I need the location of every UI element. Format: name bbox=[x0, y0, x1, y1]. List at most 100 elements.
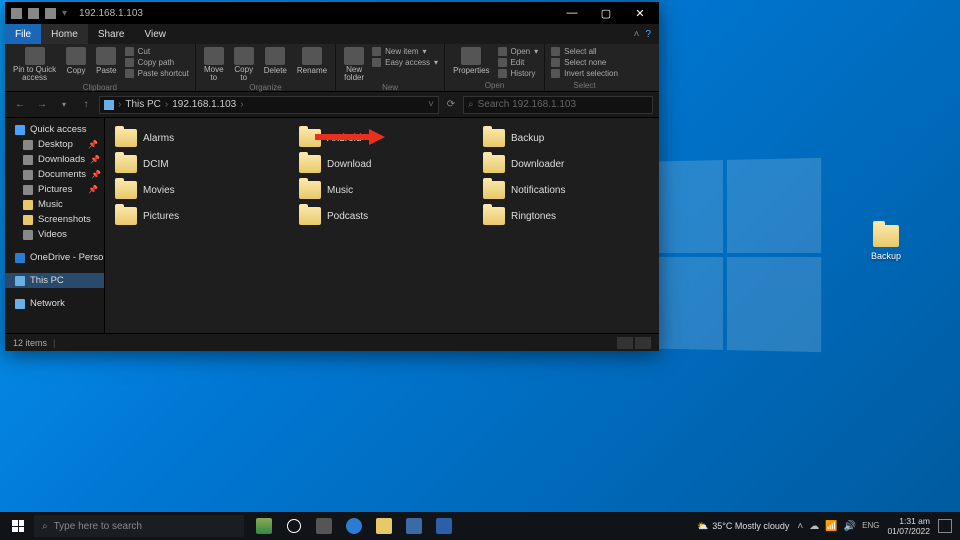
folder-item[interactable]: Downloader bbox=[479, 152, 653, 176]
nav-desktop[interactable]: Desktop📌 bbox=[5, 137, 104, 152]
pc-icon bbox=[104, 100, 114, 110]
open-button[interactable]: Open ▾ bbox=[498, 46, 539, 57]
recent-locations-button[interactable]: ▾ bbox=[55, 100, 73, 109]
tray-onedrive-icon[interactable]: ☁ bbox=[809, 521, 819, 532]
folder-item[interactable]: Podcasts bbox=[295, 204, 469, 228]
taskbar-search[interactable]: ⌕ Type here to search bbox=[34, 515, 244, 537]
folder-icon bbox=[483, 181, 505, 199]
copy-button[interactable]: Copy bbox=[64, 46, 88, 76]
desktop-icon-label: Backup bbox=[862, 251, 910, 261]
select-all-button[interactable]: Select all bbox=[551, 46, 618, 57]
properties-button[interactable]: Properties bbox=[451, 46, 491, 76]
help-icon[interactable]: ? bbox=[645, 29, 651, 40]
view-icons-button[interactable] bbox=[635, 337, 651, 349]
folder-icon bbox=[299, 181, 321, 199]
nav-music[interactable]: Music bbox=[5, 197, 104, 212]
cortana-button[interactable] bbox=[280, 514, 308, 538]
explorer-app-icon bbox=[11, 8, 22, 19]
nav-onedrive[interactable]: OneDrive - Personal bbox=[5, 250, 104, 265]
pin-quick-access-button[interactable]: Pin to Quick access bbox=[11, 46, 58, 83]
nav-screenshots[interactable]: Screenshots bbox=[5, 212, 104, 227]
taskbar-search-placeholder: Type here to search bbox=[54, 521, 142, 532]
maximize-button[interactable]: ▢ bbox=[589, 2, 623, 24]
taskbar-thumbnail[interactable] bbox=[250, 514, 278, 538]
address-dropdown-icon[interactable]: ˅ bbox=[428, 99, 434, 110]
forward-button[interactable]: → bbox=[33, 99, 51, 110]
refresh-button[interactable]: ⟳ bbox=[443, 99, 459, 110]
history-button[interactable]: History bbox=[498, 68, 539, 79]
search-placeholder: Search 192.168.1.103 bbox=[478, 99, 576, 110]
paste-shortcut-button[interactable]: Paste shortcut bbox=[125, 68, 189, 79]
file-explorer-window: ▾ 192.168.1.103 — ▢ ✕ File Home Share Vi… bbox=[5, 2, 659, 351]
quick-access-toolbar: ▾ bbox=[7, 8, 71, 19]
nav-this-pc[interactable]: This PC bbox=[5, 273, 104, 288]
taskbar-app-store[interactable] bbox=[400, 514, 428, 538]
paste-button[interactable]: Paste bbox=[94, 46, 118, 76]
cut-button[interactable]: Cut bbox=[125, 46, 189, 57]
tab-home[interactable]: Home bbox=[41, 24, 88, 44]
folder-item[interactable]: Movies bbox=[111, 178, 285, 202]
folder-label: Ringtones bbox=[511, 211, 556, 222]
minimize-button[interactable]: — bbox=[555, 2, 589, 24]
qat-icon[interactable] bbox=[45, 8, 56, 19]
qat-icon[interactable] bbox=[28, 8, 39, 19]
tab-share[interactable]: Share bbox=[88, 24, 135, 44]
select-none-button[interactable]: Select none bbox=[551, 57, 618, 68]
close-button[interactable]: ✕ bbox=[623, 2, 657, 24]
taskbar-clock[interactable]: 1:31 am 01/07/2022 bbox=[887, 516, 930, 536]
search-box[interactable]: ⌕ Search 192.168.1.103 bbox=[463, 96, 653, 114]
easy-access-button[interactable]: Easy access ▾ bbox=[372, 57, 438, 68]
view-details-button[interactable] bbox=[617, 337, 633, 349]
folder-icon bbox=[873, 225, 899, 247]
tray-language[interactable]: ENG bbox=[862, 521, 879, 532]
folder-item[interactable]: Alarms bbox=[111, 126, 285, 150]
tray-volume-icon[interactable]: 🔊 bbox=[844, 521, 856, 532]
breadcrumb-root[interactable]: This PC bbox=[125, 99, 161, 110]
new-folder-button[interactable]: New folder bbox=[342, 46, 366, 83]
copy-to-button[interactable]: Copy to bbox=[232, 46, 256, 83]
navigation-pane: Quick access Desktop📌 Downloads📌 Documen… bbox=[5, 118, 105, 333]
nav-downloads[interactable]: Downloads📌 bbox=[5, 152, 104, 167]
delete-button[interactable]: Delete bbox=[262, 46, 289, 76]
address-bar[interactable]: › This PC › 192.168.1.103 › ˅ bbox=[99, 96, 439, 114]
move-to-button[interactable]: Move to bbox=[202, 46, 226, 83]
tray-network-icon[interactable]: 📶 bbox=[825, 521, 837, 532]
weather-icon: ⛅ bbox=[697, 521, 708, 532]
invert-selection-button[interactable]: Invert selection bbox=[551, 68, 618, 79]
folder-item[interactable]: Backup bbox=[479, 126, 653, 150]
nav-network[interactable]: Network bbox=[5, 296, 104, 311]
nav-pictures[interactable]: Pictures📌 bbox=[5, 182, 104, 197]
back-button[interactable]: ← bbox=[11, 99, 29, 110]
folder-item[interactable]: Music bbox=[295, 178, 469, 202]
copy-path-button[interactable]: Copy path bbox=[125, 57, 189, 68]
up-button[interactable]: ↑ bbox=[77, 99, 95, 110]
folder-item[interactable]: Pictures bbox=[111, 204, 285, 228]
tray-chevron-icon[interactable]: ˄ bbox=[797, 521, 803, 532]
folder-item[interactable]: Ringtones bbox=[479, 204, 653, 228]
address-bar-row: ← → ▾ ↑ › This PC › 192.168.1.103 › ˅ ⟳ … bbox=[5, 92, 659, 118]
action-center-button[interactable] bbox=[938, 519, 952, 533]
nav-documents[interactable]: Documents📌 bbox=[5, 167, 104, 182]
rename-button[interactable]: Rename bbox=[295, 46, 329, 76]
weather-widget[interactable]: ⛅ 35°C Mostly cloudy bbox=[697, 521, 789, 532]
start-button[interactable] bbox=[4, 512, 32, 540]
nav-quick-access[interactable]: Quick access bbox=[5, 122, 104, 137]
edit-button[interactable]: Edit bbox=[498, 57, 539, 68]
folder-item[interactable]: Download bbox=[295, 152, 469, 176]
tab-view[interactable]: View bbox=[135, 24, 177, 44]
titlebar[interactable]: ▾ 192.168.1.103 — ▢ ✕ bbox=[5, 2, 659, 24]
tab-file[interactable]: File bbox=[5, 24, 41, 44]
new-item-button[interactable]: New item ▾ bbox=[372, 46, 438, 57]
wallpaper-windows-logo bbox=[633, 158, 821, 352]
ribbon-collapse-icon[interactable]: ˄ bbox=[634, 29, 640, 40]
task-view-button[interactable] bbox=[310, 514, 338, 538]
desktop-folder-backup[interactable]: Backup bbox=[862, 225, 910, 261]
taskbar-app-explorer[interactable] bbox=[370, 514, 398, 538]
content-area[interactable]: AlarmsAndroidBackupDCIMDownloadDownloade… bbox=[105, 118, 659, 333]
folder-item[interactable]: DCIM bbox=[111, 152, 285, 176]
breadcrumb-path[interactable]: 192.168.1.103 bbox=[172, 99, 236, 110]
folder-item[interactable]: Notifications bbox=[479, 178, 653, 202]
taskbar-app-mail[interactable] bbox=[430, 514, 458, 538]
nav-videos[interactable]: Videos bbox=[5, 227, 104, 242]
taskbar-app-edge[interactable] bbox=[340, 514, 368, 538]
